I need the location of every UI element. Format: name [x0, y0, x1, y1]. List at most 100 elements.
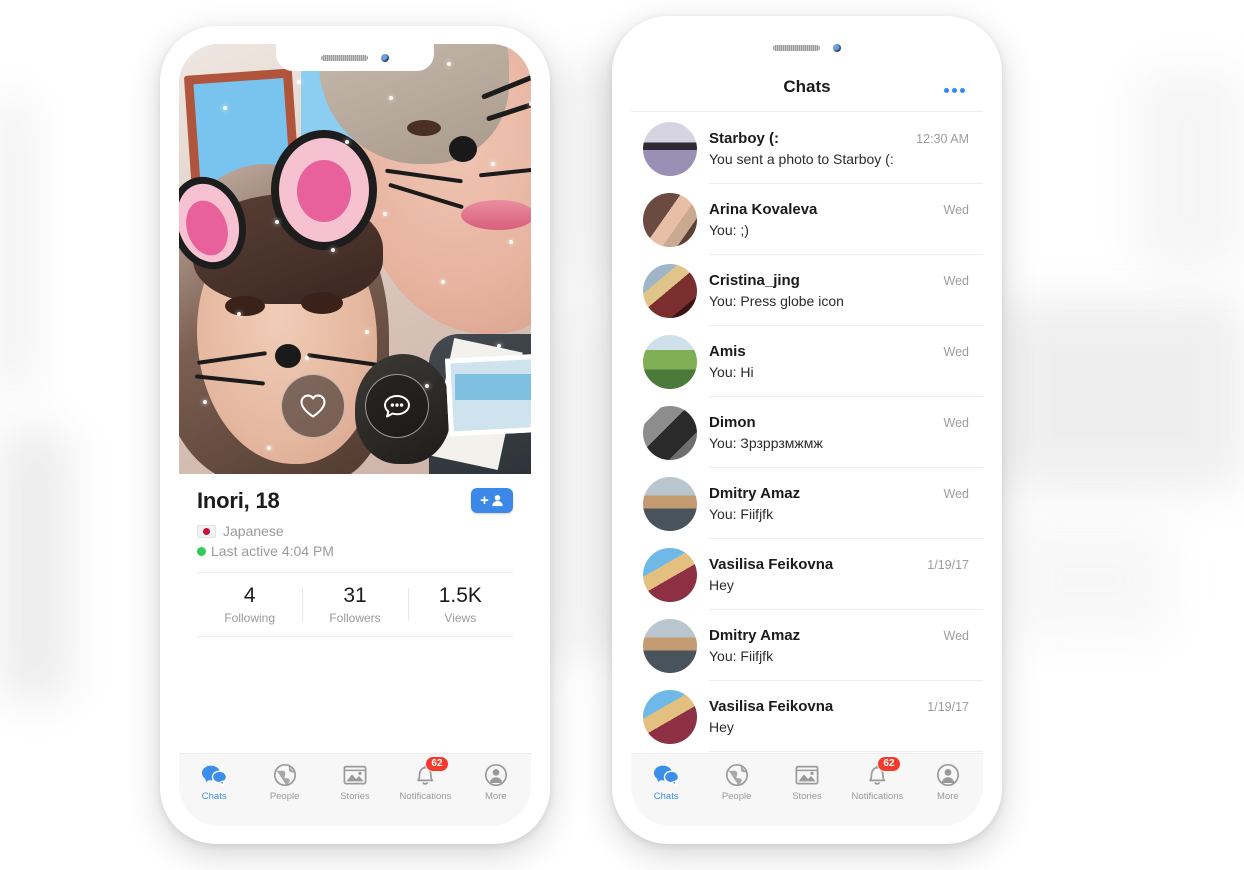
person-icon	[484, 763, 507, 787]
tab-label: Notifications	[399, 791, 452, 802]
avatar[interactable]	[643, 405, 697, 460]
chat-bubbles-icon	[201, 763, 228, 787]
chat-snippet: You: Зрзррзмжмж	[709, 434, 823, 451]
chat-timestamp: Wed	[943, 486, 969, 501]
avatar[interactable]	[643, 689, 697, 744]
chat-timestamp: Wed	[943, 628, 969, 643]
tab-notifications[interactable]: 62 Notifications	[390, 756, 460, 802]
bell-icon: 62	[864, 756, 901, 787]
tab-more[interactable]: More	[913, 763, 983, 802]
bell-icon: 62	[412, 756, 449, 787]
page-title: Inori, 18	[197, 488, 280, 513]
chat-list[interactable]: Starboy (: 12:30 AM You sent a photo to St…	[631, 113, 983, 753]
page-title: Chats	[783, 77, 831, 96]
photo-icon	[342, 763, 368, 787]
stat-following[interactable]: 4 Following	[197, 584, 302, 625]
stat-followers[interactable]: 31 Followers	[302, 584, 407, 625]
add-friend-button[interactable]: +	[471, 488, 513, 513]
stat-views[interactable]: 1.5K Views	[407, 584, 513, 625]
chat-name: Dmitry Amaz	[709, 484, 801, 502]
person-icon	[936, 763, 959, 787]
chat-row[interactable]: Arina Kovaleva Wed You: ;)	[631, 184, 983, 255]
chat-row-header: Starboy (: 12:30 AM	[709, 130, 969, 147]
chat-row-content: Arina Kovaleva Wed You: ;)	[709, 184, 983, 255]
tab-stories[interactable]: Stories	[320, 763, 390, 802]
avatar[interactable]	[643, 547, 697, 602]
tab-label: People	[269, 791, 300, 802]
tab-label: More	[485, 791, 507, 802]
tab-label: Chats	[201, 791, 227, 802]
avatar[interactable]	[643, 334, 697, 389]
profile-language-row: Japanese	[197, 523, 513, 539]
chat-row[interactable]: Cristina_jing Wed You: Press globe icon	[631, 255, 983, 326]
chat-row[interactable]: Amis Wed You: Hi	[631, 326, 983, 397]
chat-row-content: Dmitry Amaz Wed You: Fiifjfk	[709, 610, 983, 681]
chat-snippet: You: Press globe icon	[709, 292, 844, 309]
avatar[interactable]	[643, 192, 697, 247]
like-button[interactable]	[281, 374, 345, 438]
tab-people[interactable]: People	[701, 763, 771, 802]
chat-row-header: Cristina_jing Wed	[709, 272, 969, 289]
chat-row[interactable]: Dimon Wed You: Зрзррзмжмж	[631, 397, 983, 468]
chat-row-content: Vasilisa Feikovna 1/19/17 Hey	[709, 539, 983, 610]
tab-label: People	[721, 791, 752, 802]
tab-label: Chats	[653, 791, 679, 802]
speaker-grill-icon	[321, 54, 368, 61]
chat-row-header: Dmitry Amaz Wed	[709, 627, 969, 644]
chat-row[interactable]: Vasilisa Feikovna 1/19/17 Hey	[631, 681, 983, 752]
chat-bubbles-icon	[653, 763, 680, 787]
notification-badge: 62	[425, 756, 449, 772]
globe-icon	[273, 763, 296, 787]
profile-last-active: Last active 4:04 PM	[211, 543, 334, 559]
chat-timestamp: 1/19/17	[927, 557, 969, 572]
tab-more[interactable]: More	[461, 763, 531, 802]
chat-row-header: Amis Wed	[709, 343, 969, 360]
chat-row-content: Amis Wed You: Hi	[709, 326, 983, 397]
profile-photo[interactable]	[179, 44, 531, 474]
stat-label: Following	[224, 611, 276, 625]
add-person-icon	[492, 495, 503, 507]
chat-row[interactable]: Vasilisa Feikovna 1/19/17 Hey	[631, 539, 983, 610]
message-button[interactable]	[365, 374, 429, 438]
avatar[interactable]	[643, 618, 697, 673]
chat-row-header: Dimon Wed	[709, 414, 969, 431]
speaker-grill-icon	[773, 44, 820, 51]
photo-icon	[795, 765, 819, 785]
tab-chats[interactable]: Chats	[631, 763, 701, 802]
chat-snippet: You: Hi	[709, 363, 754, 380]
chat-row-content: Vasilisa Feikovna 1/19/17 Hey	[709, 681, 983, 752]
chat-timestamp: 1/19/17	[927, 699, 969, 714]
tab-people[interactable]: People	[249, 763, 319, 802]
chat-timestamp: Wed	[943, 273, 969, 288]
chat-snippet: You: ;)	[709, 221, 749, 238]
chat-snippet: You sent a photo to Starboy (:	[709, 150, 894, 167]
background-shadow	[1010, 520, 1170, 640]
photo-action-buttons	[179, 374, 531, 438]
chat-row[interactable]: Dmitry Amaz Wed You: Fiifjfk	[631, 610, 983, 681]
stat-label: Followers	[329, 611, 381, 625]
chat-row-header: Vasilisa Feikovna 1/19/17	[709, 698, 969, 715]
chat-row-content: Dmitry Amaz Wed You: Fiifjfk	[709, 468, 983, 539]
profile-language: Japanese	[223, 523, 284, 539]
three-dots-icon	[960, 88, 965, 93]
avatar[interactable]	[643, 476, 697, 531]
avatar[interactable]	[643, 121, 697, 176]
chat-row-header: Vasilisa Feikovna 1/19/17	[709, 556, 969, 573]
tab-stories[interactable]: Stories	[772, 763, 842, 802]
chat-row[interactable]: Dmitry Amaz Wed You: Fiifjfk	[631, 468, 983, 539]
chat-row[interactable]: Starboy (: 12:30 AM You sent a photo to St…	[631, 113, 983, 184]
phone-left: Inori, 18 + Japanese Last active 4:04 PM…	[160, 26, 550, 844]
globe-icon	[724, 763, 750, 787]
stat-value: 4	[243, 584, 256, 607]
background-shadow	[0, 430, 70, 700]
notification-badge: 62	[877, 756, 901, 772]
more-options-button[interactable]	[944, 88, 965, 93]
tab-notifications[interactable]: 62 Notifications	[842, 756, 912, 802]
chat-row-header: Dmitry Amaz Wed	[709, 485, 969, 502]
profile-screen: Inori, 18 + Japanese Last active 4:04 PM…	[179, 44, 531, 826]
chat-row-content: Starboy (: 12:30 AM You sent a photo to St…	[709, 113, 983, 184]
globe-icon	[725, 763, 748, 787]
chat-name: Dmitry Amaz	[709, 626, 801, 644]
tab-chats[interactable]: Chats	[179, 763, 249, 802]
avatar[interactable]	[643, 263, 697, 318]
